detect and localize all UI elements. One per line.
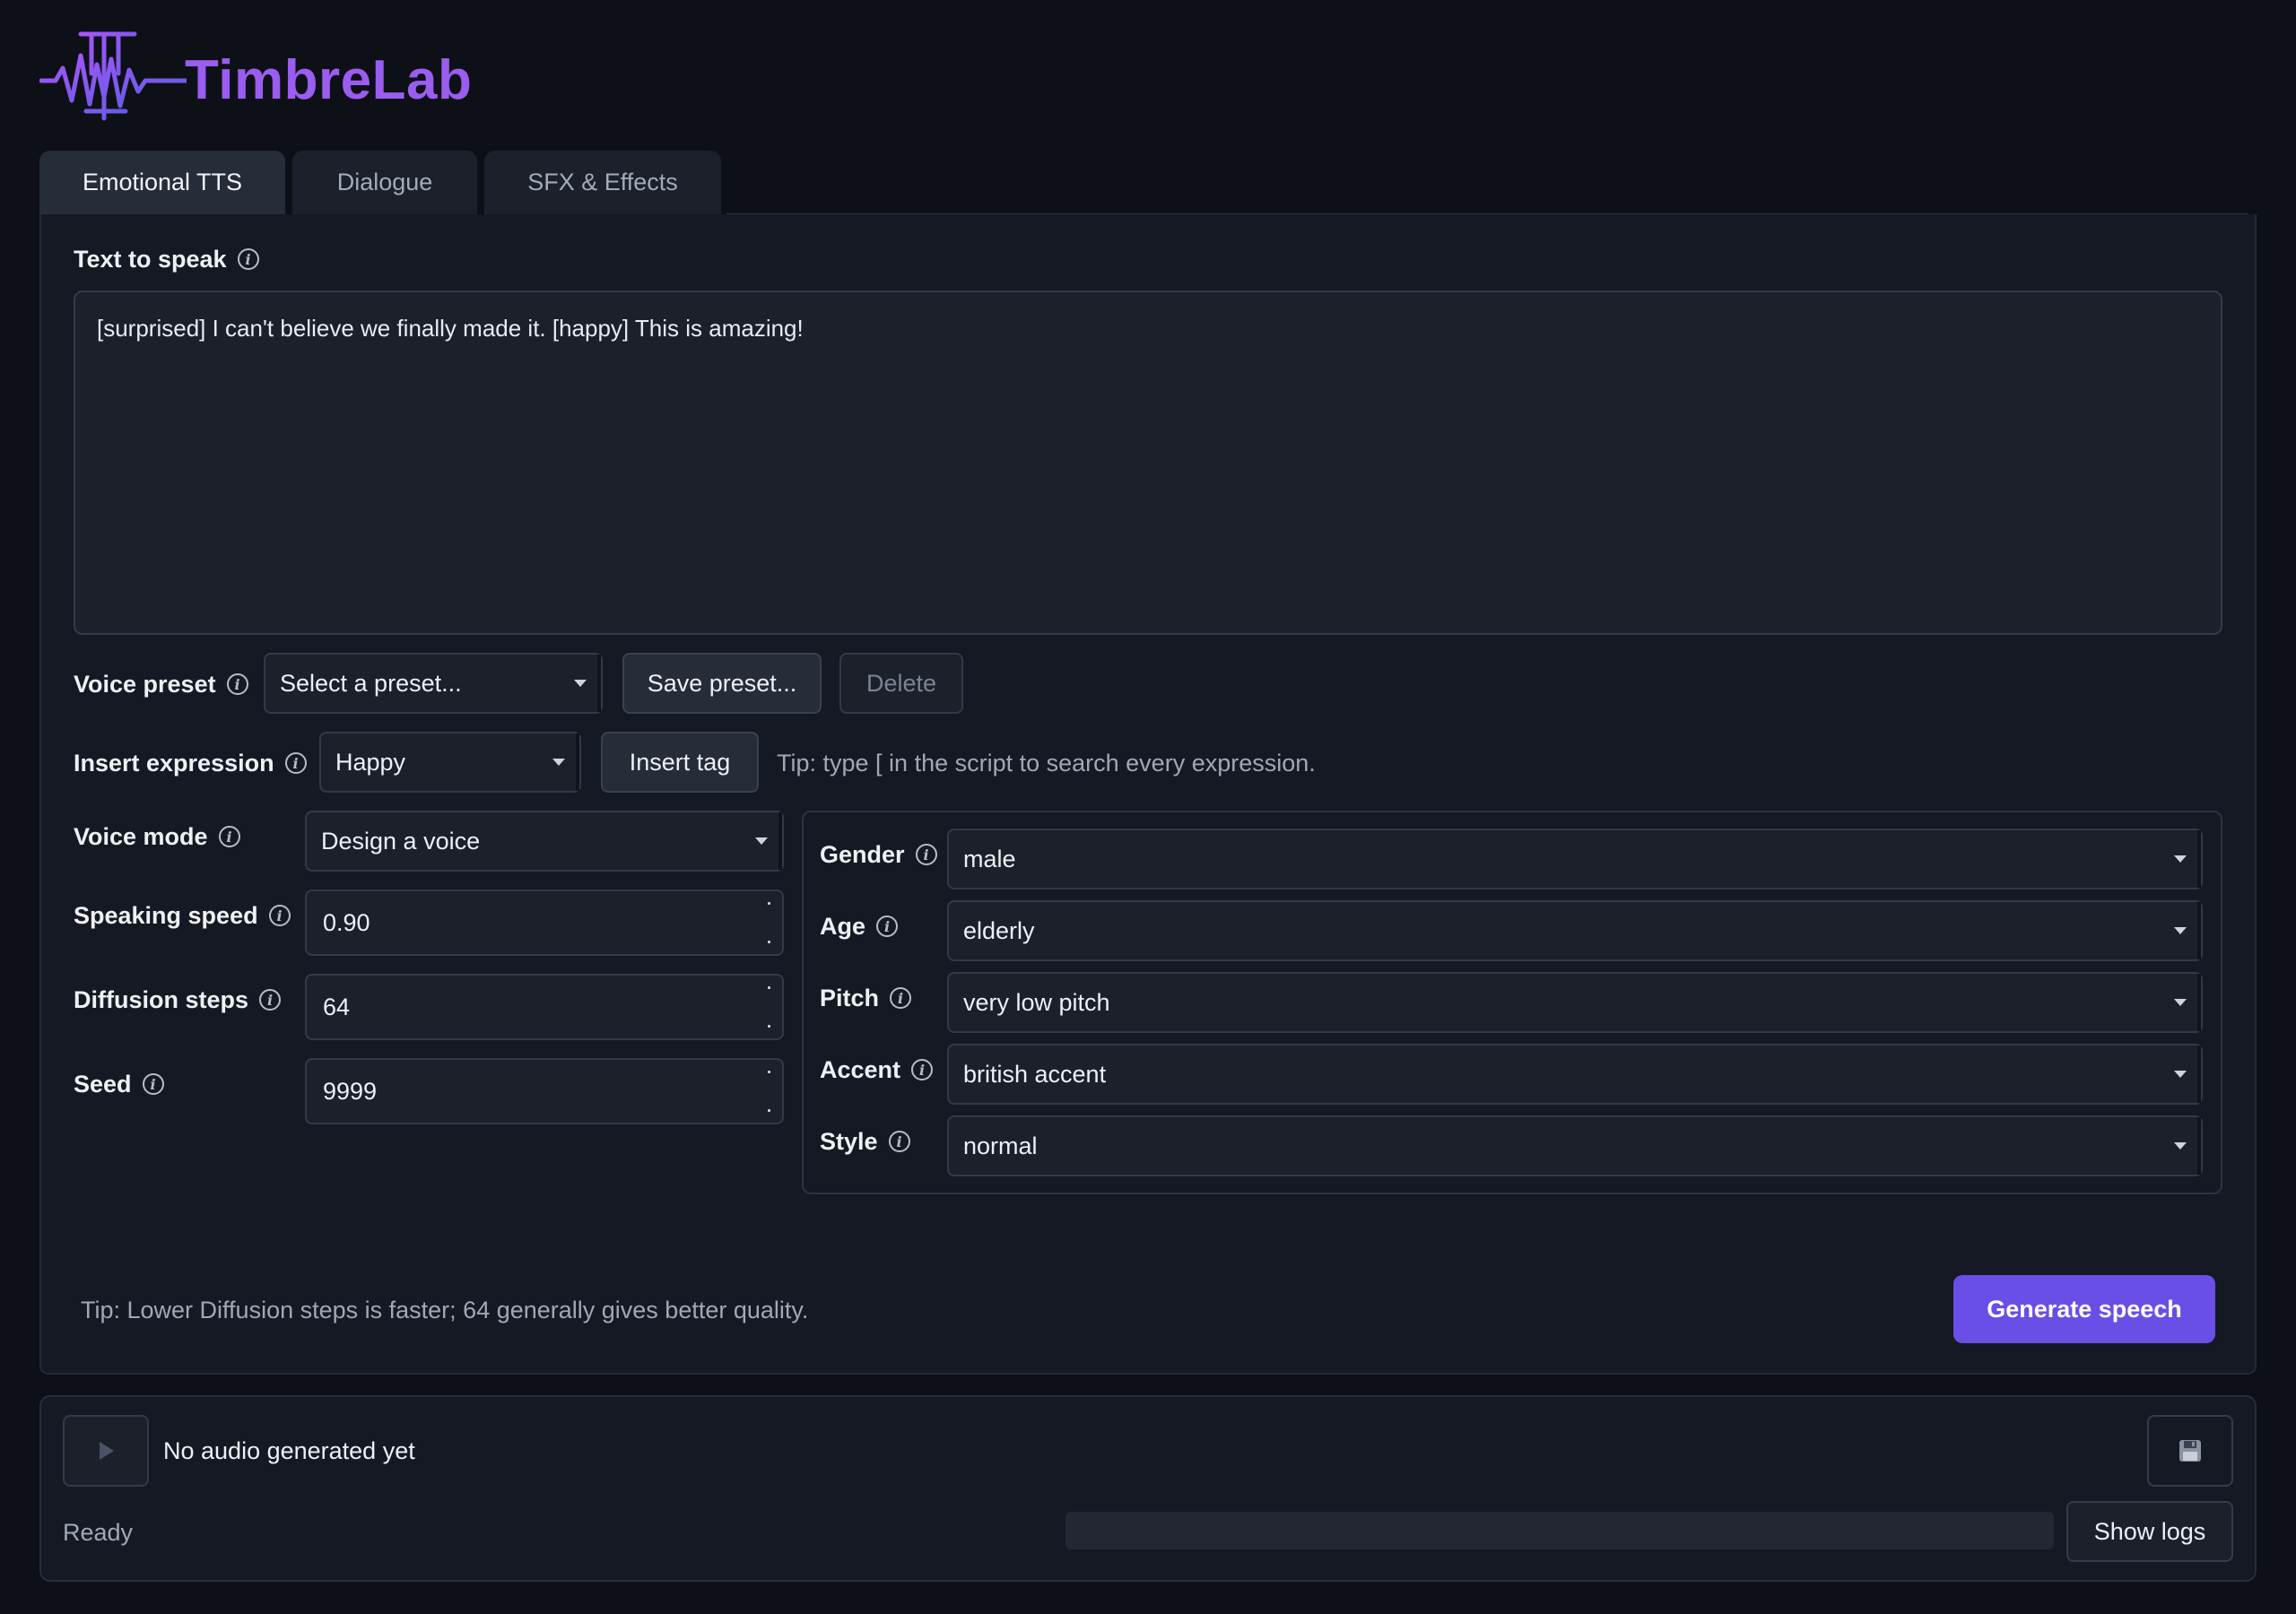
accent-select[interactable]: british accent	[947, 1044, 2203, 1105]
chevron-down-icon	[755, 837, 768, 845]
waveform-logo-icon	[39, 31, 187, 121]
chevron-down-icon	[2174, 927, 2187, 934]
chevron-down-icon	[574, 680, 587, 687]
steps-label: Diffusion steps i	[74, 983, 282, 1017]
info-icon[interactable]: i	[284, 752, 307, 774]
script-textarea[interactable]: [surprised] I can't believe we finally m…	[74, 291, 2222, 635]
status-text: Ready	[63, 1518, 134, 1546]
voice-mode-select[interactable]: Design a voice	[305, 811, 784, 872]
gender-select[interactable]: male	[947, 829, 2203, 889]
app-logo: TimbreLab	[39, 29, 472, 131]
save-preset-button[interactable]: Save preset...	[622, 653, 822, 714]
insert-tag-button[interactable]: Insert tag	[601, 732, 759, 793]
generate-speech-button[interactable]: Generate speech	[1953, 1275, 2215, 1343]
save-icon	[2179, 1440, 2201, 1462]
play-button[interactable]	[63, 1415, 149, 1487]
speed-label: Speaking speed i	[74, 898, 291, 933]
info-icon[interactable]: i	[876, 915, 899, 937]
speed-input[interactable]: 0.90	[305, 889, 784, 956]
seed-label: Seed i	[74, 1067, 164, 1101]
tab-sfx-effects[interactable]: SFX & Effects	[484, 151, 721, 214]
stepper-arrows-icon[interactable]	[764, 986, 773, 1028]
pitch-select[interactable]: very low pitch	[947, 972, 2203, 1033]
app-name: TimbreLab	[185, 48, 473, 111]
delete-preset-button[interactable]: Delete	[839, 653, 963, 714]
download-button[interactable]	[2147, 1415, 2233, 1487]
style-label: Style i	[820, 1124, 910, 1158]
chevron-down-icon	[2174, 1071, 2187, 1078]
preset-select[interactable]: Select a preset...	[264, 653, 603, 714]
info-icon[interactable]: i	[915, 844, 937, 865]
preset-label: Voice preset i	[74, 667, 248, 701]
show-logs-button[interactable]: Show logs	[2066, 1501, 2233, 1562]
expression-select[interactable]: Happy	[319, 732, 581, 793]
info-icon[interactable]: i	[142, 1073, 164, 1095]
expression-tip: Tip: type [ in the script to search ever…	[777, 749, 1316, 777]
info-icon[interactable]: i	[226, 673, 248, 695]
tab-dialogue[interactable]: Dialogue	[292, 151, 477, 214]
seed-input[interactable]: 9999	[305, 1058, 784, 1124]
gender-label: Gender i	[820, 837, 937, 872]
info-icon[interactable]: i	[259, 989, 282, 1011]
info-icon[interactable]: i	[911, 1059, 934, 1080]
info-icon[interactable]: i	[218, 826, 240, 847]
info-icon[interactable]: i	[268, 905, 291, 926]
chevron-down-icon	[2174, 999, 2187, 1006]
steps-tip: Tip: Lower Diffusion steps is faster; 64…	[81, 1296, 809, 1323]
audio-player	[39, 1395, 2257, 1582]
age-label: Age i	[820, 909, 899, 943]
info-icon[interactable]: i	[237, 248, 259, 270]
chevron-down-icon	[2174, 1142, 2187, 1150]
script-label: Text to speak i	[74, 244, 259, 274]
voice-mode-label: Voice mode i	[74, 820, 240, 854]
play-icon	[100, 1442, 114, 1460]
stepper-arrows-icon[interactable]	[764, 902, 773, 943]
style-select[interactable]: normal	[947, 1115, 2203, 1176]
stepper-arrows-icon[interactable]	[764, 1071, 773, 1112]
chevron-down-icon	[2174, 855, 2187, 863]
pitch-label: Pitch i	[820, 981, 912, 1015]
progress-bar	[1065, 1512, 2054, 1549]
accent-label: Accent i	[820, 1053, 934, 1087]
steps-input[interactable]: 64	[305, 974, 784, 1040]
chevron-down-icon	[552, 759, 565, 766]
info-icon[interactable]: i	[890, 987, 912, 1009]
audio-empty-text: No audio generated yet	[163, 1436, 415, 1464]
info-icon[interactable]: i	[888, 1131, 910, 1152]
tab-emotional-tts[interactable]: Emotional TTS	[39, 151, 285, 214]
expression-label: Insert expression i	[74, 746, 307, 780]
age-select[interactable]: elderly	[947, 900, 2203, 961]
